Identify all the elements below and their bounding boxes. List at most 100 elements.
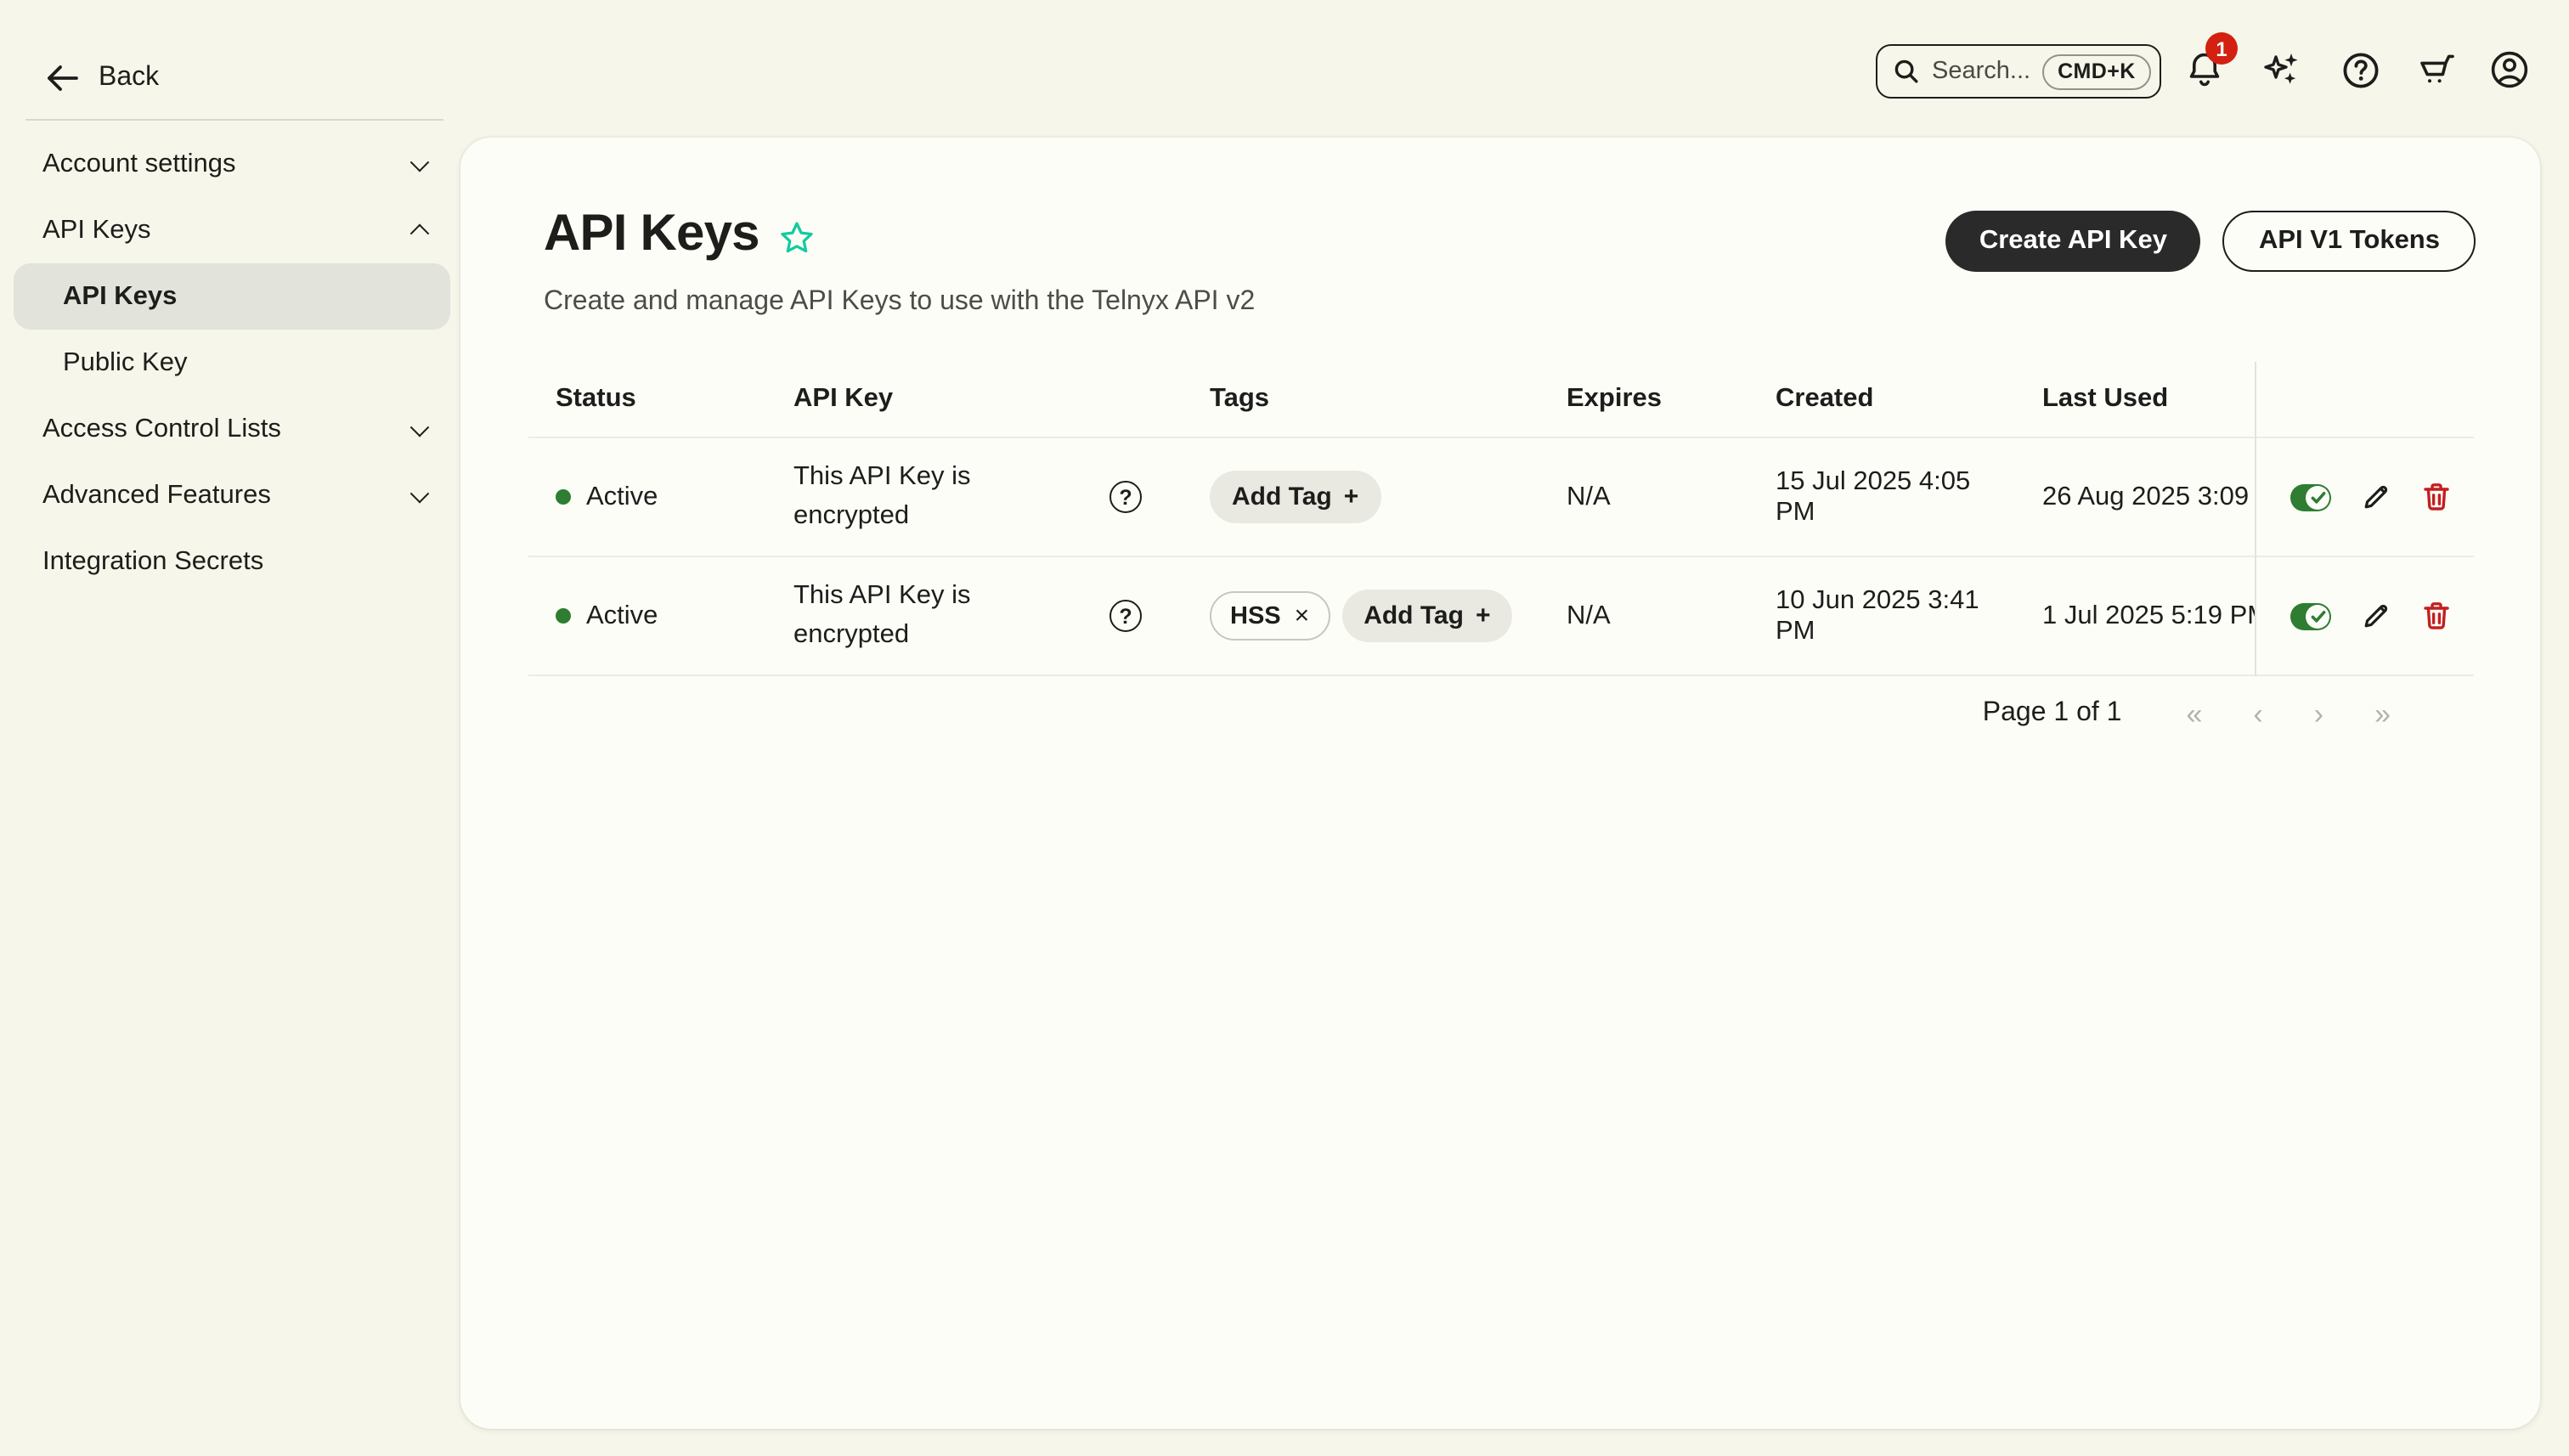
created-cell: 10 Jun 2025 3:41 PM	[1748, 585, 2015, 646]
add-tag-label: Add Tag	[1364, 601, 1464, 630]
ai-assistant-button[interactable]	[2260, 48, 2304, 92]
prev-page-button[interactable]: ‹	[2253, 699, 2262, 728]
next-page-button[interactable]: ›	[2314, 699, 2323, 728]
table-row: Active This API Key is encrypted ? Add T…	[528, 438, 2474, 557]
cart-button[interactable]	[2413, 48, 2457, 92]
sidebar-item-label: API Keys	[63, 281, 177, 312]
add-tag-button[interactable]: Add Tag +	[1210, 471, 1380, 523]
app-root: Back Search... CMD+K 1	[0, 0, 2569, 1456]
toggle-check-icon	[2306, 485, 2329, 509]
plus-icon: +	[1344, 483, 1359, 511]
page-subtitle: Create and manage API Keys to use with t…	[544, 287, 1255, 318]
encrypted-help-icon[interactable]: ?	[1109, 600, 1142, 632]
chevron-down-icon	[410, 483, 430, 503]
api-key-cell: This API Key is encrypted ?	[766, 459, 1183, 535]
table-header-row: StatusAPI KeyTagsExpiresCreatedLast Used	[528, 362, 2474, 438]
add-tag-button[interactable]: Add Tag +	[1341, 590, 1512, 642]
edit-button[interactable]	[2358, 480, 2392, 514]
edit-button[interactable]	[2358, 599, 2392, 633]
last-page-button[interactable]: »	[2374, 699, 2391, 728]
sidebar-divider	[25, 119, 443, 121]
chevron-down-icon	[410, 417, 430, 437]
search-shortcut-badge: CMD+K	[2042, 54, 2151, 89]
search-icon	[1893, 58, 1920, 85]
cart-icon	[2414, 49, 2456, 90]
back-label: Back	[99, 63, 159, 93]
api-v1-tokens-button[interactable]: API V1 Tokens	[2223, 211, 2476, 272]
sidebar-item-label: Access Control Lists	[42, 414, 281, 444]
help-button[interactable]	[2338, 48, 2382, 92]
search-placeholder: Search...	[1932, 58, 2030, 85]
status-label: Active	[586, 482, 658, 512]
status-dot	[556, 608, 571, 624]
first-page-button[interactable]: «	[2186, 699, 2202, 728]
sidebar: Account settings API Keys API Keys Public K…	[14, 131, 450, 595]
status-dot	[556, 489, 571, 505]
api-key-text: This API Key is encrypted	[793, 578, 997, 654]
tags-cell: HSS× Add Tag +	[1183, 590, 1539, 642]
back-arrow-icon	[46, 65, 80, 92]
toggle-check-icon	[2306, 604, 2329, 628]
pagination: Page 1 of 1 « ‹ › »	[460, 698, 2540, 729]
delete-button[interactable]	[2419, 480, 2453, 514]
actions-column-divider	[2255, 362, 2256, 676]
add-tag-label: Add Tag	[1232, 483, 1332, 511]
last-used-cell: 1 Jul 2025 5:19 PM	[2015, 601, 2255, 631]
created-cell: 15 Jul 2025 4:05 PM	[1748, 466, 2015, 528]
sidebar-item-account-settings[interactable]: Account settings	[14, 131, 450, 197]
enabled-toggle[interactable]	[2290, 483, 2331, 511]
row-actions-cell	[2255, 599, 2474, 633]
sidebar-item-public-key[interactable]: Public Key	[14, 330, 450, 396]
notifications-button[interactable]: 1	[2182, 48, 2226, 92]
pagination-label: Page 1 of 1	[1983, 698, 2122, 729]
column-header-tags: Tags	[1183, 384, 1539, 415]
pencil-icon	[2359, 481, 2391, 513]
sidebar-item-api-keys[interactable]: API Keys	[14, 197, 450, 263]
page-title: API Keys	[544, 206, 759, 263]
sidebar-item-label: Account settings	[42, 149, 235, 179]
chevron-up-icon	[410, 223, 430, 243]
encrypted-help-icon[interactable]: ?	[1109, 481, 1142, 513]
pencil-icon	[2359, 600, 2391, 632]
tags-cell: Add Tag +	[1183, 471, 1539, 523]
sidebar-item-label: Advanced Features	[42, 480, 271, 511]
column-header-expires: Expires	[1539, 384, 1748, 415]
sidebar-item-advanced-features[interactable]: Advanced Features	[14, 462, 450, 528]
sidebar-item-api-keys[interactable]: API Keys	[14, 263, 450, 330]
sparkles-icon	[2261, 49, 2302, 90]
status-label: Active	[586, 601, 658, 631]
create-api-key-button[interactable]: Create API Key	[1945, 211, 2201, 272]
api-key-cell: This API Key is encrypted ?	[766, 578, 1183, 654]
status-cell: Active	[528, 482, 766, 512]
column-header-api-key: API Key	[766, 384, 1183, 415]
sidebar-item-access-control-lists[interactable]: Access Control Lists	[14, 396, 450, 462]
expires-cell: N/A	[1539, 601, 1748, 631]
favorite-star-icon[interactable]	[778, 218, 816, 256]
row-actions-cell	[2255, 480, 2474, 514]
content-card: API Keys Create and manage API Keys to u…	[460, 138, 2540, 1429]
tag-chip[interactable]: HSS×	[1210, 591, 1330, 641]
user-avatar-icon	[2487, 48, 2532, 92]
table-row: Active This API Key is encrypted ? HSS×A…	[528, 557, 2474, 676]
remove-tag-icon[interactable]: ×	[1295, 601, 1310, 630]
trash-icon	[2421, 481, 2452, 513]
enabled-toggle[interactable]	[2290, 602, 2331, 629]
delete-button[interactable]	[2419, 599, 2453, 633]
expires-cell: N/A	[1539, 482, 1748, 512]
trash-icon	[2421, 600, 2452, 632]
account-button[interactable]	[2487, 48, 2532, 92]
api-key-text: This API Key is encrypted	[793, 459, 997, 535]
api-keys-table: StatusAPI KeyTagsExpiresCreatedLast Used…	[528, 362, 2474, 676]
sidebar-item-integration-secrets[interactable]: Integration Secrets	[14, 528, 450, 595]
column-header-created: Created	[1748, 384, 2015, 415]
chevron-down-icon	[410, 152, 430, 172]
sidebar-item-label: API Keys	[42, 215, 151, 245]
column-header-status: Status	[528, 384, 766, 415]
help-icon	[2339, 48, 2381, 91]
status-cell: Active	[528, 601, 766, 631]
back-button[interactable]: Back	[46, 63, 159, 93]
plus-icon: +	[1476, 601, 1491, 630]
search-input[interactable]: Search... CMD+K	[1876, 44, 2161, 99]
sidebar-item-label: Public Key	[63, 347, 187, 378]
last-used-cell: 26 Aug 2025 3:09 AM	[2015, 482, 2255, 512]
